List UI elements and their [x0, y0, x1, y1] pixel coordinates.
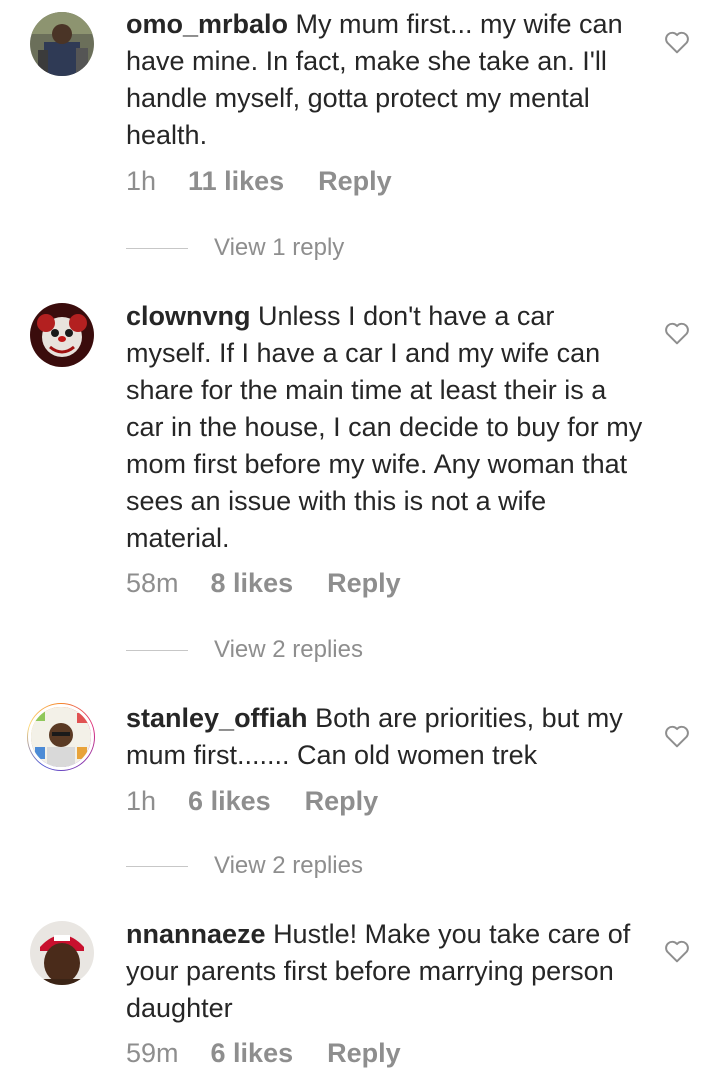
avatar[interactable] — [30, 303, 94, 367]
likes-count[interactable]: 11 likes — [188, 166, 284, 197]
avatar-story-ring[interactable] — [27, 703, 95, 771]
reply-button[interactable]: Reply — [318, 166, 392, 197]
view-replies-label: View 2 replies — [214, 636, 363, 663]
likes-count[interactable]: 8 likes — [211, 568, 294, 599]
comment-meta: 59m 6 likes Reply — [126, 1038, 401, 1069]
avatar-image — [30, 12, 94, 76]
comment-meta: 1h 6 likes Reply — [126, 786, 378, 817]
comment-time: 58m — [126, 568, 179, 598]
avatar-image — [30, 303, 94, 367]
heart-outline-icon[interactable] — [664, 939, 690, 963]
replies-divider — [126, 865, 188, 867]
comment-meta: 1h 11 likes Reply — [126, 166, 392, 197]
replies-divider — [126, 247, 188, 249]
comment-body: Unless I don't have a car myself. If I h… — [126, 301, 643, 553]
heart-outline-icon[interactable] — [664, 30, 690, 54]
heart-outline-icon[interactable] — [664, 724, 690, 748]
view-replies[interactable]: View 2 replies — [126, 852, 363, 880]
view-replies[interactable]: View 2 replies — [126, 636, 363, 664]
comment-text: clownvng Unless I don't have a car mysel… — [126, 298, 646, 557]
heart-outline-icon[interactable] — [664, 321, 690, 345]
comment-time: 59m — [126, 1038, 179, 1068]
view-replies-label: View 2 replies — [214, 852, 363, 879]
avatar — [28, 704, 94, 770]
view-replies[interactable]: View 1 reply — [126, 234, 344, 262]
avatar-image — [31, 707, 91, 767]
comment-meta: 58m 8 likes Reply — [126, 568, 401, 599]
comment-text: nnannaeze Hustle! Make you take care of … — [126, 916, 646, 1027]
likes-count[interactable]: 6 likes — [188, 786, 271, 817]
reply-button[interactable]: Reply — [305, 786, 379, 817]
replies-divider — [126, 649, 188, 651]
comment-username[interactable]: nnannaeze — [126, 919, 266, 949]
avatar[interactable] — [30, 921, 94, 985]
comment-time: 1h — [126, 786, 157, 816]
reply-button[interactable]: Reply — [327, 1038, 401, 1069]
avatar-image — [30, 921, 94, 985]
avatar[interactable] — [30, 12, 94, 76]
view-replies-label: View 1 reply — [214, 234, 345, 261]
comment-text: omo_mrbalo My mum first... my wife can h… — [126, 6, 646, 154]
comment-username[interactable]: clownvng — [126, 301, 251, 331]
comment-username[interactable]: stanley_offiah — [126, 703, 308, 733]
comment-text: stanley_offiah Both are priorities, but … — [126, 700, 646, 774]
likes-count[interactable]: 6 likes — [211, 1038, 294, 1069]
comment-username[interactable]: omo_mrbalo — [126, 9, 288, 39]
reply-button[interactable]: Reply — [327, 568, 401, 599]
comment-time: 1h — [126, 166, 157, 196]
